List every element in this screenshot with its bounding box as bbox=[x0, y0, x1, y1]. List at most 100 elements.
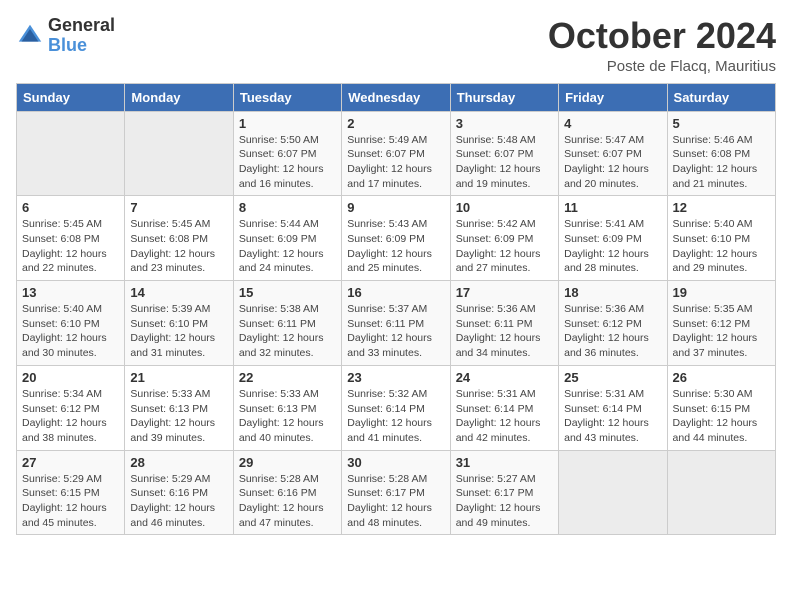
calendar-cell: 15Sunrise: 5:38 AM Sunset: 6:11 PM Dayli… bbox=[233, 281, 341, 366]
day-detail: Sunrise: 5:39 AM Sunset: 6:10 PM Dayligh… bbox=[130, 302, 227, 361]
day-number: 4 bbox=[564, 116, 661, 131]
day-number: 14 bbox=[130, 285, 227, 300]
day-number: 7 bbox=[130, 200, 227, 215]
calendar-cell: 20 Sunrise: 5:34 AM Sunset: 6:12 PM Dayli… bbox=[17, 365, 125, 450]
week-row-1: 6 Sunrise: 5:45 AM Sunset: 6:08 PM Daylig… bbox=[17, 196, 776, 281]
month-title: October 2024 bbox=[548, 16, 776, 56]
calendar-cell: 21 Sunrise: 5:33 AM Sunset: 6:13 PM Dayli… bbox=[125, 365, 233, 450]
day-number: 27 bbox=[22, 455, 119, 470]
day-number: 18 bbox=[564, 285, 661, 300]
col-friday: Friday bbox=[559, 83, 667, 111]
col-saturday: Saturday bbox=[667, 83, 775, 111]
logo-text: General Blue bbox=[48, 16, 115, 56]
day-detail: Sunrise: 5:37 AM Sunset: 6:11 PM Dayligh… bbox=[347, 302, 444, 361]
day-number: 9 bbox=[347, 200, 444, 215]
day-detail: Sunrise: 5:28 AM Sunset: 6:16 PM Dayligh… bbox=[239, 472, 336, 531]
title-block: October 2024 Poste de Flacq, Mauritius bbox=[548, 16, 776, 75]
day-detail: Sunrise: 5:36 AM Sunset: 6:12 PM Dayligh… bbox=[564, 302, 661, 361]
day-number: 25 bbox=[564, 370, 661, 385]
calendar-cell: 10Sunrise: 5:42 AM Sunset: 6:09 PM Dayli… bbox=[450, 196, 558, 281]
day-number: 17 bbox=[456, 285, 553, 300]
day-detail: Sunrise: 5:28 AM Sunset: 6:17 PM Dayligh… bbox=[347, 472, 444, 531]
day-number: 5 bbox=[673, 116, 770, 131]
day-detail: Sunrise: 5:33 AM Sunset: 6:13 PM Dayligh… bbox=[130, 387, 227, 446]
day-detail: Sunrise: 5:50 AM Sunset: 6:07 PM Dayligh… bbox=[239, 133, 336, 192]
header-row: Sunday Monday Tuesday Wednesday Thursday… bbox=[17, 83, 776, 111]
day-number: 26 bbox=[673, 370, 770, 385]
logo: General Blue bbox=[16, 16, 115, 56]
calendar-cell: 8Sunrise: 5:44 AM Sunset: 6:09 PM Daylig… bbox=[233, 196, 341, 281]
day-number: 21 bbox=[130, 370, 227, 385]
day-detail: Sunrise: 5:38 AM Sunset: 6:11 PM Dayligh… bbox=[239, 302, 336, 361]
day-detail: Sunrise: 5:34 AM Sunset: 6:12 PM Dayligh… bbox=[22, 387, 119, 446]
day-detail: Sunrise: 5:29 AM Sunset: 6:15 PM Dayligh… bbox=[22, 472, 119, 531]
calendar-cell: 3 Sunrise: 5:48 AM Sunset: 6:07 PM Daylig… bbox=[450, 111, 558, 196]
day-detail: Sunrise: 5:32 AM Sunset: 6:14 PM Dayligh… bbox=[347, 387, 444, 446]
calendar-cell: 30 Sunrise: 5:28 AM Sunset: 6:17 PM Dayli… bbox=[342, 450, 450, 535]
calendar-cell: 6 Sunrise: 5:45 AM Sunset: 6:08 PM Daylig… bbox=[17, 196, 125, 281]
calendar-cell: 17 Sunrise: 5:36 AM Sunset: 6:11 PM Dayli… bbox=[450, 281, 558, 366]
day-detail: Sunrise: 5:49 AM Sunset: 6:07 PM Dayligh… bbox=[347, 133, 444, 192]
calendar-table: Sunday Monday Tuesday Wednesday Thursday… bbox=[16, 83, 776, 536]
day-detail: Sunrise: 5:36 AM Sunset: 6:11 PM Dayligh… bbox=[456, 302, 553, 361]
calendar-cell bbox=[559, 450, 667, 535]
day-number: 1 bbox=[239, 116, 336, 131]
day-detail: Sunrise: 5:45 AM Sunset: 6:08 PM Dayligh… bbox=[130, 217, 227, 276]
calendar-cell: 7 Sunrise: 5:45 AM Sunset: 6:08 PM Daylig… bbox=[125, 196, 233, 281]
day-detail: Sunrise: 5:30 AM Sunset: 6:15 PM Dayligh… bbox=[673, 387, 770, 446]
day-number: 23 bbox=[347, 370, 444, 385]
calendar-cell: 4 Sunrise: 5:47 AM Sunset: 6:07 PM Daylig… bbox=[559, 111, 667, 196]
calendar-cell: 2 Sunrise: 5:49 AM Sunset: 6:07 PM Daylig… bbox=[342, 111, 450, 196]
day-detail: Sunrise: 5:29 AM Sunset: 6:16 PM Dayligh… bbox=[130, 472, 227, 531]
calendar-cell: 1 Sunrise: 5:50 AM Sunset: 6:07 PM Daylig… bbox=[233, 111, 341, 196]
day-number: 3 bbox=[456, 116, 553, 131]
day-detail: Sunrise: 5:31 AM Sunset: 6:14 PM Dayligh… bbox=[564, 387, 661, 446]
day-detail: Sunrise: 5:33 AM Sunset: 6:13 PM Dayligh… bbox=[239, 387, 336, 446]
day-detail: Sunrise: 5:44 AM Sunset: 6:09 PM Dayligh… bbox=[239, 217, 336, 276]
calendar-cell: 23 Sunrise: 5:32 AM Sunset: 6:14 PM Dayli… bbox=[342, 365, 450, 450]
day-detail: Sunrise: 5:46 AM Sunset: 6:08 PM Dayligh… bbox=[673, 133, 770, 192]
day-number: 30 bbox=[347, 455, 444, 470]
calendar-cell: 16 Sunrise: 5:37 AM Sunset: 6:11 PM Dayli… bbox=[342, 281, 450, 366]
day-detail: Sunrise: 5:45 AM Sunset: 6:08 PM Dayligh… bbox=[22, 217, 119, 276]
calendar-cell: 9Sunrise: 5:43 AM Sunset: 6:09 PM Daylig… bbox=[342, 196, 450, 281]
calendar-cell: 11Sunrise: 5:41 AM Sunset: 6:09 PM Dayli… bbox=[559, 196, 667, 281]
day-number: 20 bbox=[22, 370, 119, 385]
location: Poste de Flacq, Mauritius bbox=[548, 58, 776, 75]
logo-icon bbox=[16, 22, 44, 50]
day-detail: Sunrise: 5:47 AM Sunset: 6:07 PM Dayligh… bbox=[564, 133, 661, 192]
calendar-cell: 19 Sunrise: 5:35 AM Sunset: 6:12 PM Dayli… bbox=[667, 281, 775, 366]
day-number: 13 bbox=[22, 285, 119, 300]
calendar-cell bbox=[667, 450, 775, 535]
day-number: 28 bbox=[130, 455, 227, 470]
calendar-cell: 18 Sunrise: 5:36 AM Sunset: 6:12 PM Dayli… bbox=[559, 281, 667, 366]
calendar-cell: 31 Sunrise: 5:27 AM Sunset: 6:17 PM Dayli… bbox=[450, 450, 558, 535]
day-number: 16 bbox=[347, 285, 444, 300]
calendar-cell: 13 Sunrise: 5:40 AM Sunset: 6:10 PM Dayli… bbox=[17, 281, 125, 366]
calendar-cell: 14 Sunrise: 5:39 AM Sunset: 6:10 PM Dayli… bbox=[125, 281, 233, 366]
calendar-cell bbox=[125, 111, 233, 196]
calendar-cell: 29Sunrise: 5:28 AM Sunset: 6:16 PM Dayli… bbox=[233, 450, 341, 535]
day-number: 31 bbox=[456, 455, 553, 470]
day-number: 2 bbox=[347, 116, 444, 131]
day-detail: Sunrise: 5:35 AM Sunset: 6:12 PM Dayligh… bbox=[673, 302, 770, 361]
calendar-cell: 26 Sunrise: 5:30 AM Sunset: 6:15 PM Dayli… bbox=[667, 365, 775, 450]
day-detail: Sunrise: 5:40 AM Sunset: 6:10 PM Dayligh… bbox=[22, 302, 119, 361]
week-row-4: 27 Sunrise: 5:29 AM Sunset: 6:15 PM Dayli… bbox=[17, 450, 776, 535]
calendar-cell: 25 Sunrise: 5:31 AM Sunset: 6:14 PM Dayli… bbox=[559, 365, 667, 450]
page-header: General Blue October 2024 Poste de Flacq… bbox=[16, 16, 776, 75]
week-row-3: 20 Sunrise: 5:34 AM Sunset: 6:12 PM Dayli… bbox=[17, 365, 776, 450]
logo-blue: Blue bbox=[48, 36, 115, 56]
day-detail: Sunrise: 5:27 AM Sunset: 6:17 PM Dayligh… bbox=[456, 472, 553, 531]
day-detail: Sunrise: 5:48 AM Sunset: 6:07 PM Dayligh… bbox=[456, 133, 553, 192]
col-tuesday: Tuesday bbox=[233, 83, 341, 111]
day-number: 6 bbox=[22, 200, 119, 215]
calendar-cell: 24Sunrise: 5:31 AM Sunset: 6:14 PM Dayli… bbox=[450, 365, 558, 450]
day-number: 10 bbox=[456, 200, 553, 215]
week-row-2: 13 Sunrise: 5:40 AM Sunset: 6:10 PM Dayli… bbox=[17, 281, 776, 366]
day-number: 19 bbox=[673, 285, 770, 300]
day-number: 22 bbox=[239, 370, 336, 385]
calendar-cell: 12Sunrise: 5:40 AM Sunset: 6:10 PM Dayli… bbox=[667, 196, 775, 281]
day-detail: Sunrise: 5:41 AM Sunset: 6:09 PM Dayligh… bbox=[564, 217, 661, 276]
col-sunday: Sunday bbox=[17, 83, 125, 111]
